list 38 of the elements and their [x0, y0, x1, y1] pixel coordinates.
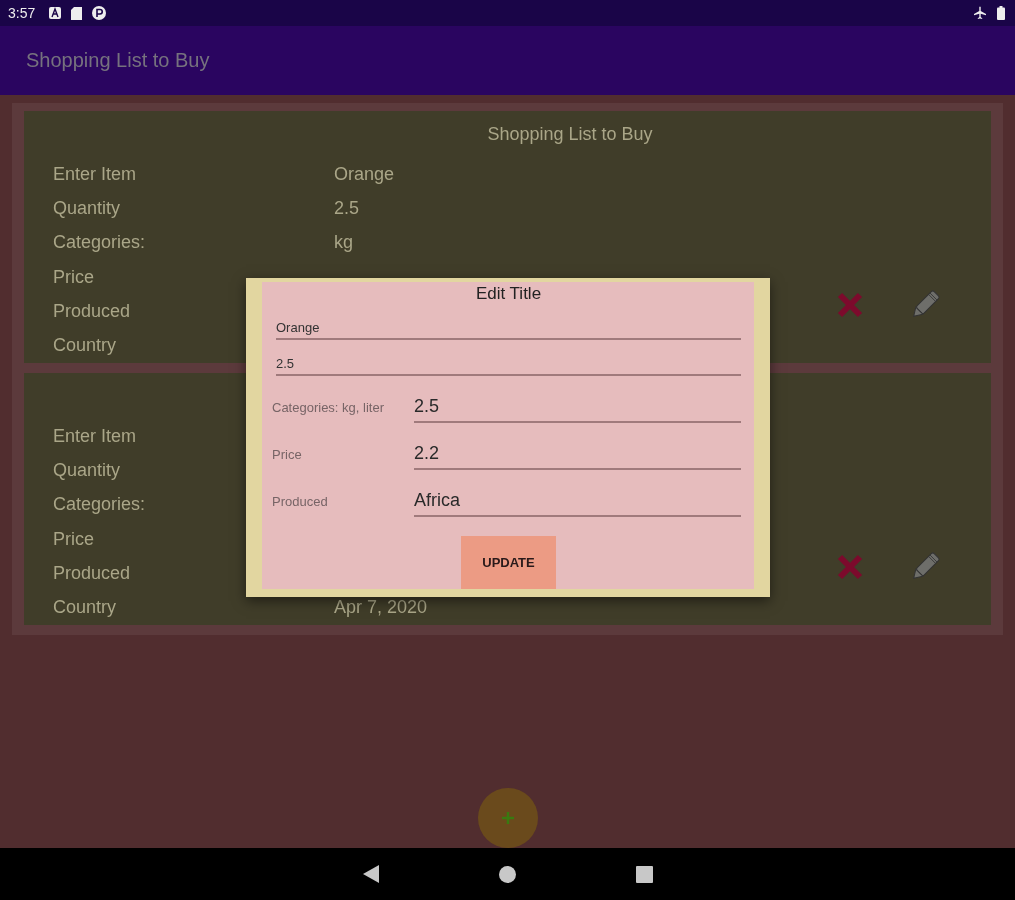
text-input[interactable]: Africa [414, 482, 741, 517]
field-label: Country [53, 335, 117, 357]
field-label: Categories: [53, 494, 146, 516]
field-label: Country [53, 597, 117, 619]
field-label: Produced [53, 562, 131, 584]
status-time: 3:57 [8, 5, 36, 21]
home-icon[interactable] [498, 865, 516, 883]
field-label: Quantity [53, 459, 121, 481]
input-label: Price [272, 447, 303, 464]
text-input[interactable]: 2.2 [414, 435, 741, 470]
plus-icon [500, 811, 515, 825]
field-label: Categories: [53, 232, 146, 254]
field-label: Enter Item [53, 163, 137, 185]
card-title: Shopping List to Buy [487, 123, 653, 145]
field-label: Quantity [53, 197, 121, 219]
field-value: Orange [334, 163, 395, 185]
field-label: Produced [53, 300, 131, 322]
field-value: kg [334, 232, 353, 254]
text-input[interactable]: 2.5 [414, 388, 741, 423]
input-label: Categories: kg, liter [272, 400, 385, 417]
field-label: Price [53, 266, 94, 288]
input-label: Produced [272, 494, 329, 511]
field-value: Apr 7, 2020 [334, 597, 428, 619]
sd-card-icon [71, 6, 83, 20]
dialog-title: Edit Title [475, 284, 542, 304]
update-button[interactable]: UPDATE [461, 536, 556, 589]
text-input[interactable]: 2.5 [276, 344, 741, 376]
recents-icon[interactable] [635, 865, 653, 883]
circle-icon [92, 6, 107, 20]
battery-icon [997, 6, 1005, 20]
field-label: Price [53, 528, 94, 550]
notification-icon [49, 7, 62, 19]
back-icon[interactable] [362, 865, 379, 883]
app-title: Shopping List to Buy [26, 49, 210, 72]
field-label: Enter Item [53, 425, 137, 447]
airplane-icon [973, 6, 987, 20]
text-input[interactable]: Orange [276, 308, 741, 340]
field-value: 2.5 [334, 197, 360, 219]
